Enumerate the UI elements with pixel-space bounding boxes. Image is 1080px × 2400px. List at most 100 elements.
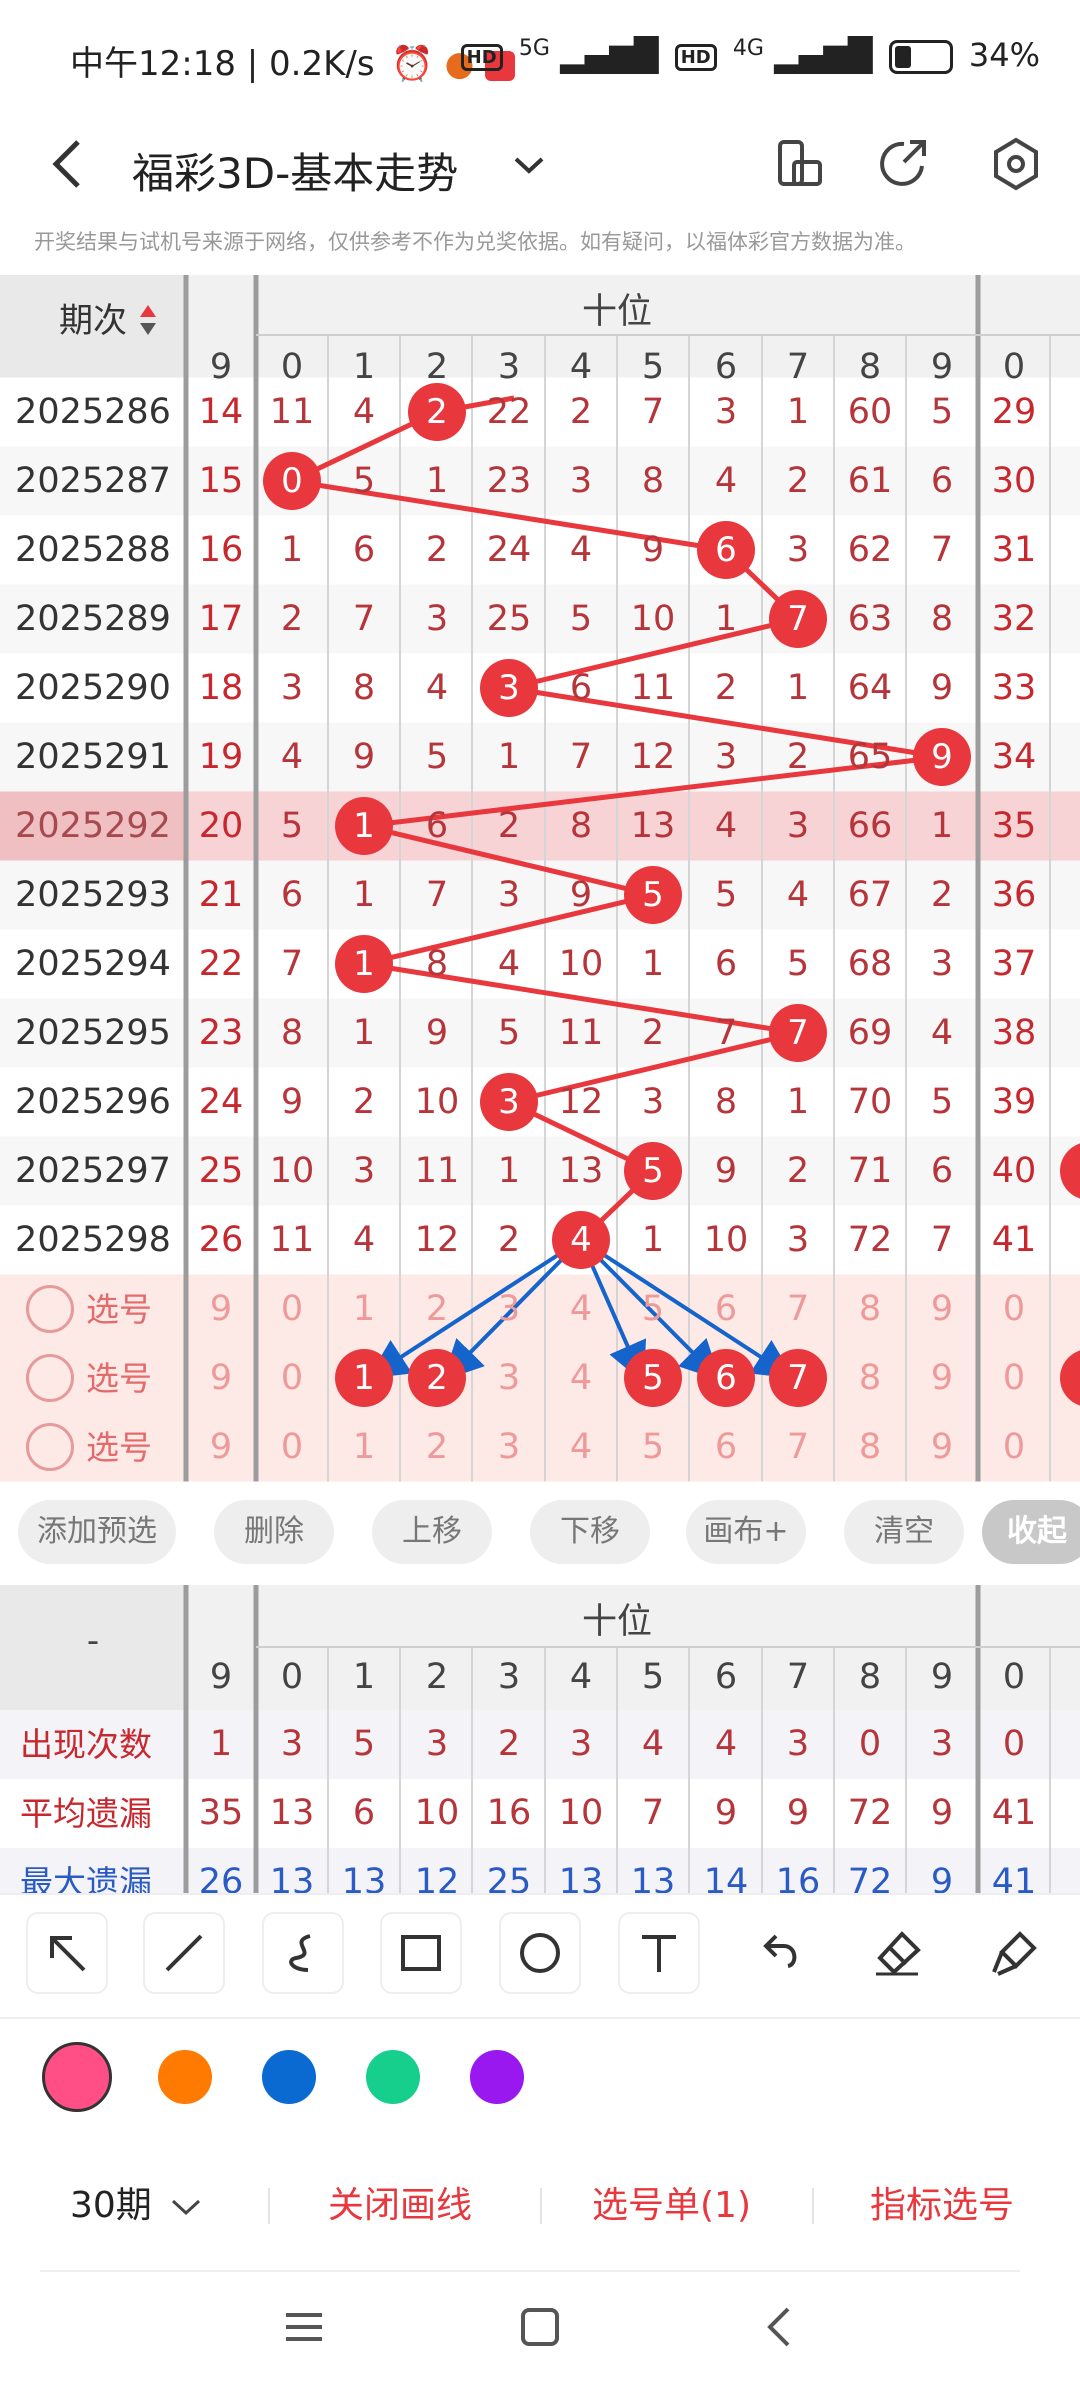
omission-cell[interactable]: 5: [762, 930, 834, 999]
omission-cell[interactable]: 6: [328, 516, 400, 585]
omission-cell[interactable]: 1: [328, 999, 400, 1068]
omission-cell[interactable]: 3: [545, 447, 617, 516]
omission-cell[interactable]: 1: [256, 516, 328, 585]
select-number-cell[interactable]: 5: [617, 1413, 689, 1482]
omission-cell[interactable]: 13: [617, 792, 689, 861]
select-number-cell[interactable]: 9: [185, 1275, 257, 1344]
select-number-cell[interactable]: 0: [256, 1413, 328, 1482]
selected-number-ball[interactable]: 6: [697, 1349, 755, 1407]
select-row-radio[interactable]: [26, 1423, 74, 1471]
winning-ball[interactable]: 0: [263, 452, 321, 510]
winning-ball[interactable]: 9: [913, 728, 971, 786]
screen-orientation-button[interactable]: [758, 124, 838, 204]
omission-cell[interactable]: 67: [834, 861, 906, 930]
omission-cell[interactable]: 17: [185, 585, 257, 654]
color-swatch[interactable]: [42, 2042, 112, 2112]
select-row-radio[interactable]: [26, 1354, 74, 1402]
omission-cell[interactable]: 5: [906, 1068, 978, 1137]
omission-cell[interactable]: 22: [185, 930, 257, 999]
omission-cell[interactable]: 8: [690, 1068, 762, 1137]
select-number-cell[interactable]: 8: [834, 1413, 906, 1482]
select-number-cell[interactable]: 1: [328, 1275, 400, 1344]
delete-button[interactable]: 删除: [214, 1500, 334, 1564]
omission-cell[interactable]: 11: [545, 999, 617, 1068]
omission-cell[interactable]: 2: [401, 516, 473, 585]
winning-ball[interactable]: 1: [335, 935, 393, 993]
omission-cell[interactable]: 36: [978, 861, 1050, 930]
omission-cell[interactable]: 70: [834, 1068, 906, 1137]
select-number-cell[interactable]: 9: [185, 1413, 257, 1482]
omission-cell[interactable]: 68: [834, 930, 906, 999]
omission-cell[interactable]: 65: [834, 723, 906, 792]
omission-cell[interactable]: 8: [401, 930, 473, 999]
winning-ball[interactable]: 5: [624, 866, 682, 924]
select-number-cell[interactable]: 7: [762, 1275, 834, 1344]
omission-cell[interactable]: 6: [401, 792, 473, 861]
select-number-cell[interactable]: 2: [401, 1275, 473, 1344]
page-title[interactable]: 福彩3D-基本走势: [132, 124, 458, 224]
omission-cell[interactable]: 32: [978, 585, 1050, 654]
select-number-cell[interactable]: 5: [617, 1275, 689, 1344]
omission-cell[interactable]: 5: [328, 447, 400, 516]
period-count-dropdown[interactable]: 30期: [70, 2176, 203, 2236]
omission-cell[interactable]: 1: [762, 654, 834, 723]
omission-cell[interactable]: 12: [545, 1068, 617, 1137]
select-row-radio[interactable]: [26, 1285, 74, 1333]
canvas-plus-button[interactable]: 画布+: [686, 1500, 806, 1564]
select-number-cell[interactable]: 4: [545, 1344, 617, 1413]
omission-cell[interactable]: 1: [906, 792, 978, 861]
omission-cell[interactable]: 1: [762, 1068, 834, 1137]
omission-cell[interactable]: 1: [762, 378, 834, 447]
omission-cell[interactable]: 1: [328, 861, 400, 930]
omission-cell[interactable]: 8: [328, 654, 400, 723]
omission-cell[interactable]: 62: [834, 516, 906, 585]
omission-cell[interactable]: 30: [978, 447, 1050, 516]
omission-cell[interactable]: 9: [617, 516, 689, 585]
select-number-cell[interactable]: 0: [978, 1344, 1050, 1413]
line-tool-button[interactable]: [145, 1914, 223, 1992]
settings-button[interactable]: [976, 124, 1056, 204]
clear-drawing-button[interactable]: [976, 1914, 1054, 1992]
omission-cell[interactable]: 4: [690, 792, 762, 861]
omission-cell[interactable]: 2: [762, 1137, 834, 1206]
text-tool-button[interactable]: [620, 1914, 698, 1992]
omission-cell[interactable]: 23: [473, 447, 545, 516]
omission-cell[interactable]: 5: [545, 585, 617, 654]
omission-cell[interactable]: 25: [185, 1137, 257, 1206]
omission-cell[interactable]: 3: [401, 585, 473, 654]
omission-cell[interactable]: 2: [762, 447, 834, 516]
color-swatch[interactable]: [470, 2050, 524, 2104]
winning-ball[interactable]: 5: [624, 1142, 682, 1200]
select-number-cell[interactable]: 8: [834, 1344, 906, 1413]
omission-cell[interactable]: 1: [401, 447, 473, 516]
omission-cell[interactable]: 11: [617, 654, 689, 723]
omission-cell[interactable]: 35: [978, 792, 1050, 861]
back-button[interactable]: [46, 134, 86, 210]
omission-cell[interactable]: 8: [545, 792, 617, 861]
undo-button[interactable]: [740, 1914, 818, 1992]
winning-ball[interactable]: 6: [697, 521, 755, 579]
omission-cell[interactable]: 9: [256, 1068, 328, 1137]
omission-cell[interactable]: 34: [978, 723, 1050, 792]
omission-cell[interactable]: 18: [185, 654, 257, 723]
omission-cell[interactable]: 7: [401, 861, 473, 930]
omission-cell[interactable]: 6: [545, 654, 617, 723]
selected-number-ball[interactable]: 1: [335, 1349, 393, 1407]
select-number-cell[interactable]: 1: [328, 1413, 400, 1482]
period-header[interactable]: 期次: [0, 293, 186, 342]
omission-cell[interactable]: 3: [473, 861, 545, 930]
omission-cell[interactable]: 2: [906, 861, 978, 930]
winning-ball[interactable]: 1: [335, 797, 393, 855]
select-number-cell[interactable]: 9: [906, 1413, 978, 1482]
omission-cell[interactable]: 4: [906, 999, 978, 1068]
omission-cell[interactable]: 5: [690, 861, 762, 930]
omission-cell[interactable]: 10: [401, 1068, 473, 1137]
omission-cell[interactable]: 5: [401, 723, 473, 792]
select-number-cell[interactable]: 3: [473, 1413, 545, 1482]
arrow-tool-button[interactable]: [28, 1914, 106, 1992]
omission-cell[interactable]: 39: [978, 1068, 1050, 1137]
omission-cell[interactable]: 23: [185, 999, 257, 1068]
omission-cell[interactable]: 2: [473, 1206, 545, 1275]
selected-number-ball[interactable]: 5: [624, 1349, 682, 1407]
omission-cell[interactable]: 12: [401, 1206, 473, 1275]
